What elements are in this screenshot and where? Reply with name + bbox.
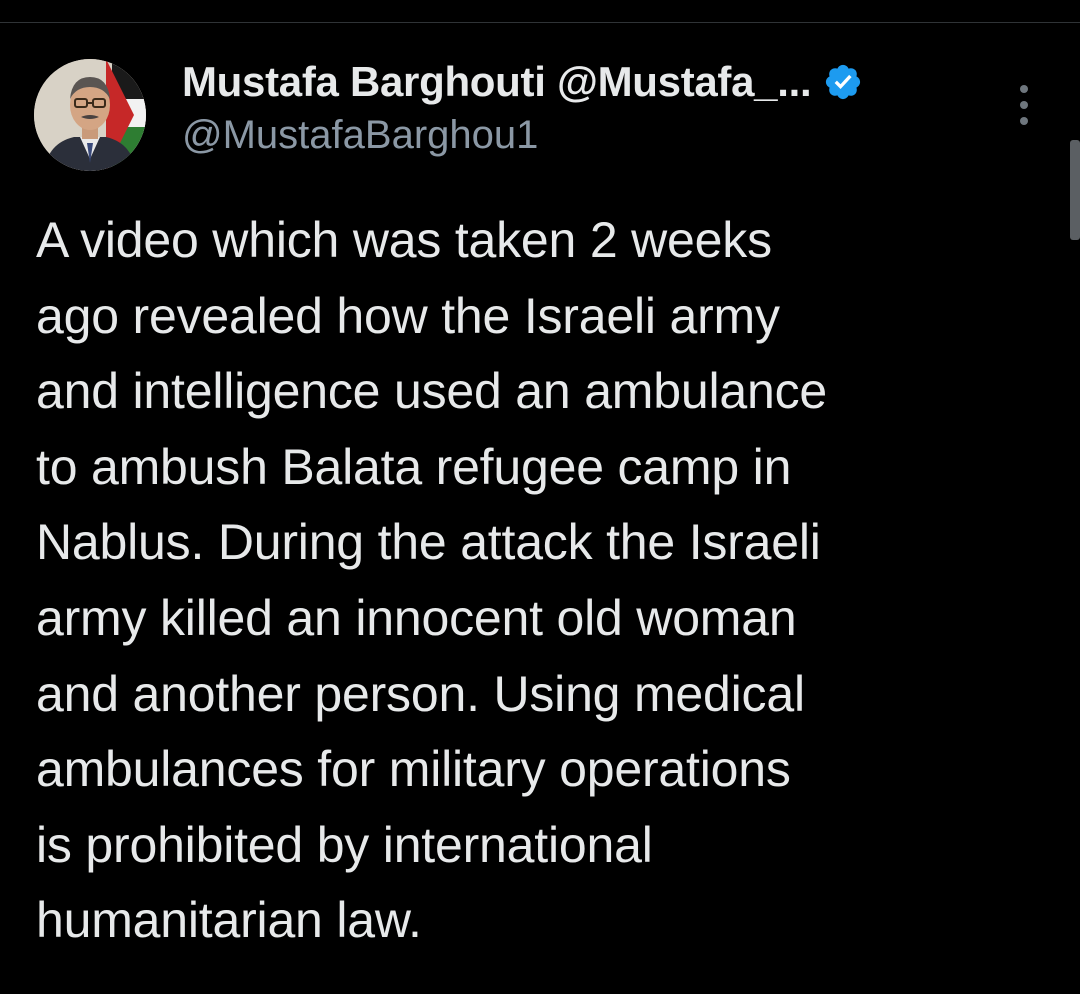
more-dot — [1020, 85, 1028, 93]
verified-badge-icon — [823, 62, 863, 102]
tweet-card[interactable]: Mustafa Barghouti @Mustafa_... @MustafaB… — [0, 23, 1080, 994]
more-dot — [1020, 101, 1028, 109]
author-row: Mustafa Barghouti @Mustafa_... — [182, 57, 1002, 107]
author-display-name[interactable]: Mustafa Barghouti @Mustafa_... — [182, 58, 812, 106]
more-options-icon[interactable] — [1010, 85, 1038, 125]
avatar-photo-icon — [34, 59, 146, 171]
author-handle[interactable]: @MustafaBarghou1 — [182, 113, 1002, 158]
more-dot — [1020, 117, 1028, 125]
top-divider — [0, 0, 1080, 23]
tweet-text: A video which was taken 2 weeks ago reve… — [36, 212, 828, 949]
avatar[interactable] — [34, 59, 146, 171]
tweet-header: Mustafa Barghouti @Mustafa_... @MustafaB… — [182, 57, 1002, 158]
